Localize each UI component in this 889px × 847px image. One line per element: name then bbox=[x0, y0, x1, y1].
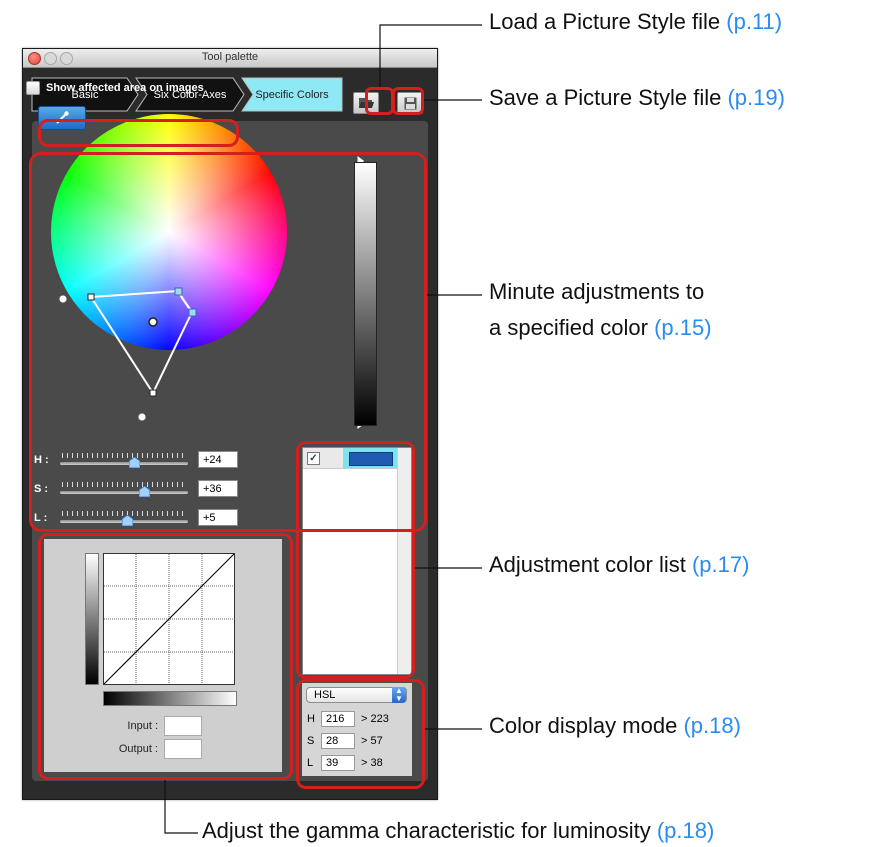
callout-mode-text: Color display mode bbox=[489, 713, 678, 738]
callout-leader-lines bbox=[164, 24, 482, 834]
callout-minute-ref[interactable]: (p.15) bbox=[654, 315, 711, 340]
callout-load-text: Load a Picture Style file bbox=[489, 9, 721, 34]
callout-list-ref[interactable]: (p.17) bbox=[692, 552, 749, 577]
callout-color-list: Adjustment color list (p.17) bbox=[489, 552, 749, 578]
callout-gamma: Adjust the gamma characteristic for lumi… bbox=[202, 818, 714, 844]
callout-minute-line2: a specified color (p.15) bbox=[489, 315, 712, 341]
callout-save-text: Save a Picture Style file bbox=[489, 85, 722, 110]
callout-save-ref[interactable]: (p.19) bbox=[727, 85, 784, 110]
callout-gamma-ref[interactable]: (p.18) bbox=[657, 818, 714, 843]
callout-list-text: Adjustment color list bbox=[489, 552, 686, 577]
callout-load-ref[interactable]: (p.11) bbox=[726, 9, 782, 34]
callout-gamma-text: Adjust the gamma characteristic for lumi… bbox=[202, 818, 651, 843]
callout-mode-ref[interactable]: (p.18) bbox=[683, 713, 740, 738]
callout-minute-text-2: a specified color bbox=[489, 315, 648, 340]
callout-save: Save a Picture Style file (p.19) bbox=[489, 85, 785, 111]
callout-minute-line1: Minute adjustments to bbox=[489, 279, 704, 305]
callout-color-mode: Color display mode (p.18) bbox=[489, 713, 741, 739]
callout-minute-text-1: Minute adjustments to bbox=[489, 279, 705, 304]
callout-load: Load a Picture Style file (p.11) bbox=[489, 9, 782, 35]
